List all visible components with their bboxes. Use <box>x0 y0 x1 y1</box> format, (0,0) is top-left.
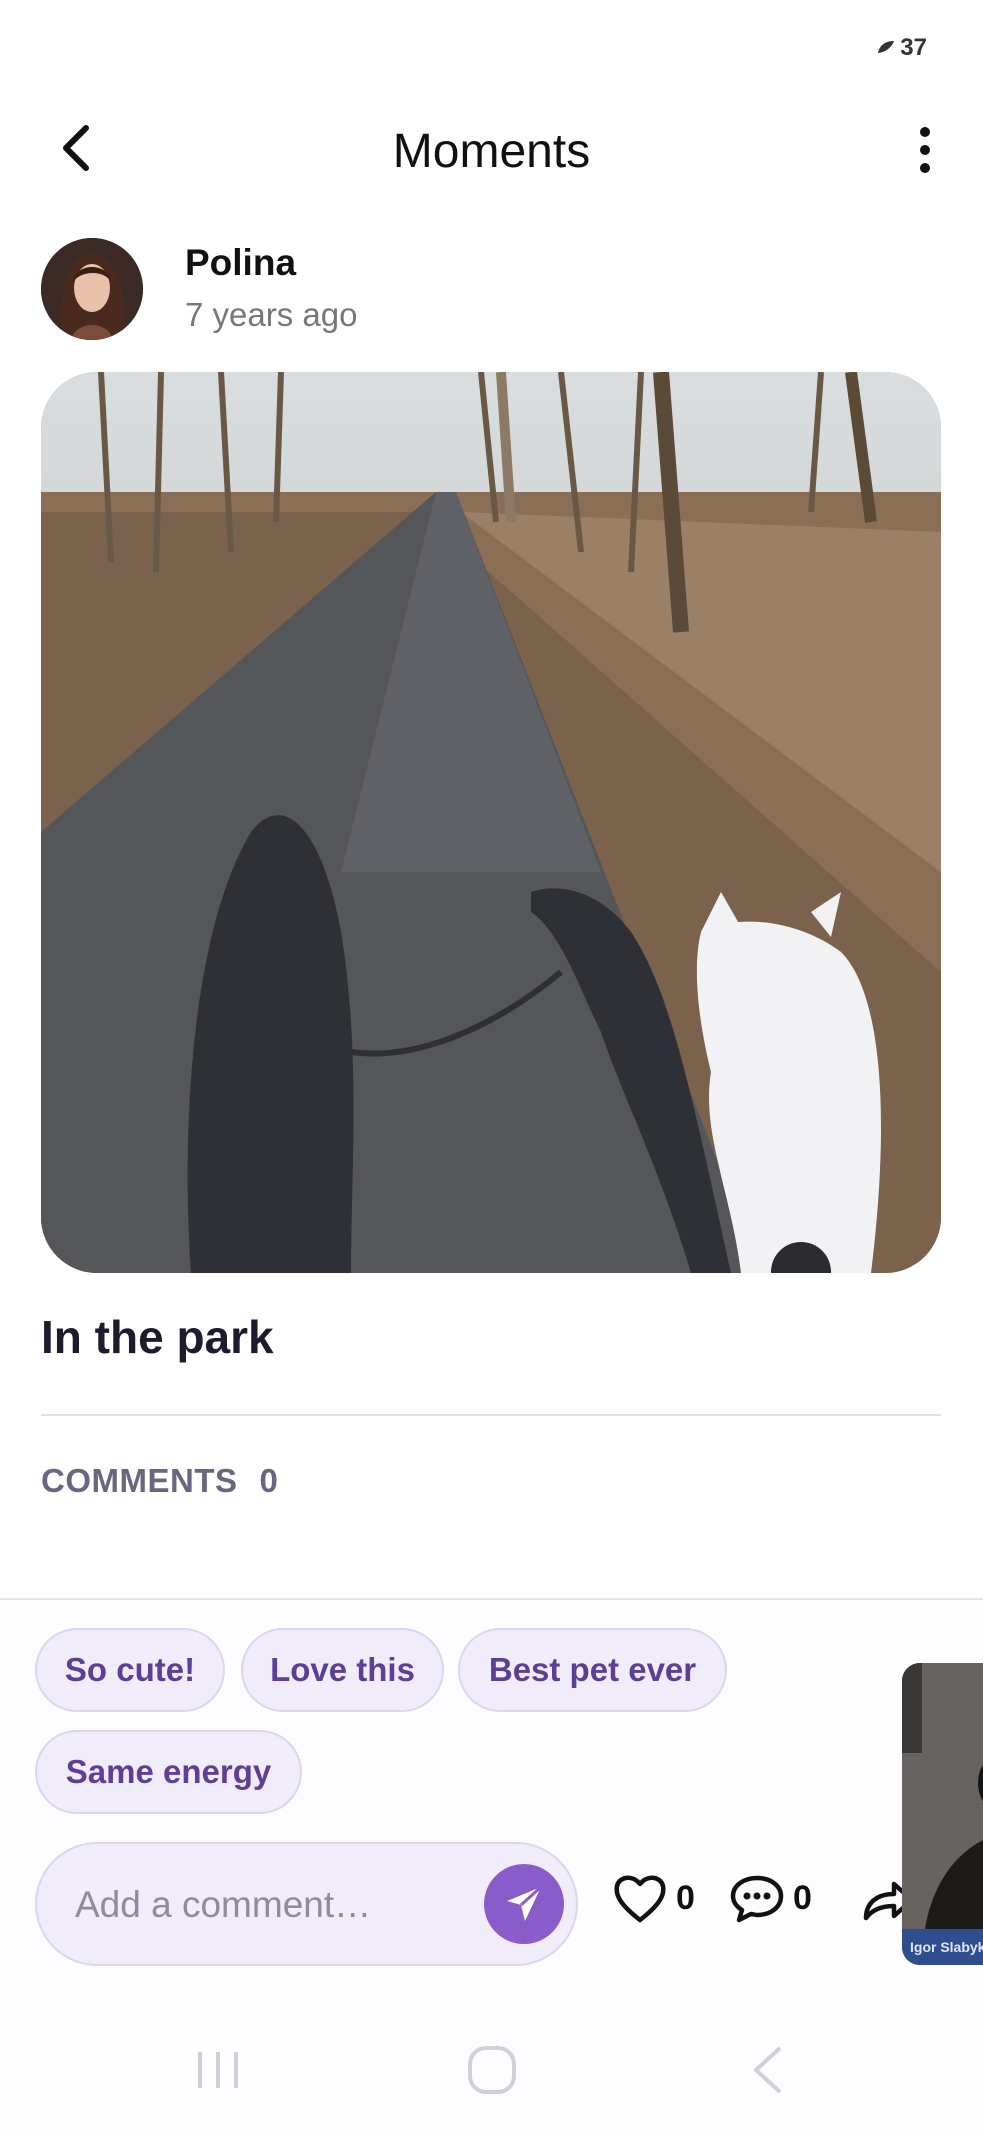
back-triangle-icon <box>754 2046 782 2094</box>
heart-icon <box>614 1875 666 1923</box>
system-nav-bar <box>0 2020 983 2120</box>
post-author: Polina 7 years ago <box>41 238 941 342</box>
like-count: 0 <box>676 1878 695 1917</box>
home-button[interactable] <box>462 2040 522 2100</box>
send-button[interactable] <box>484 1864 564 1944</box>
recent-apps-icon <box>198 2052 238 2088</box>
comment-input-container <box>35 1842 578 1966</box>
comment-input[interactable] <box>73 1874 457 1936</box>
battery-level: 37 <box>900 34 927 61</box>
post-photo[interactable] <box>41 372 941 1273</box>
comment-icon <box>730 1875 784 1923</box>
system-back-button[interactable] <box>740 2040 800 2100</box>
floating-video-tile[interactable]: Igor Slabyk <box>902 1663 983 1965</box>
leaf-battery-icon <box>876 34 896 62</box>
comments-label: COMMENTS <box>41 1462 238 1499</box>
author-name[interactable]: Polina <box>185 242 296 284</box>
post-timestamp: 7 years ago <box>185 296 358 333</box>
like-action[interactable]: 0 <box>612 1872 695 1924</box>
recent-apps-button[interactable] <box>188 2040 248 2100</box>
app-bar: Moments <box>0 100 983 204</box>
participant-name: Igor Slabyk <box>902 1929 983 1965</box>
divider <box>41 1414 941 1416</box>
quick-reply-chip[interactable]: Best pet ever <box>458 1628 727 1712</box>
comments-count: 0 <box>259 1462 279 1499</box>
quick-reply-chip[interactable]: Love this <box>241 1628 444 1712</box>
send-icon <box>507 1885 543 1921</box>
post-caption: In the park <box>41 1311 274 1363</box>
battery-indicator: 37 <box>876 34 927 62</box>
avatar[interactable] <box>41 238 143 340</box>
home-icon <box>468 2046 516 2094</box>
quick-reply-chip[interactable]: So cute! <box>35 1628 225 1712</box>
quick-reply-chip[interactable]: Same energy <box>35 1730 302 1814</box>
comment-count: 0 <box>793 1878 812 1917</box>
comments-header: COMMENTS 0 <box>41 1462 278 1500</box>
more-options-button[interactable] <box>905 122 945 178</box>
page-title: Moments <box>392 125 591 178</box>
comment-action[interactable]: 0 <box>729 1872 812 1924</box>
more-vertical-icon <box>920 127 930 173</box>
status-bar: 37 <box>0 0 983 90</box>
